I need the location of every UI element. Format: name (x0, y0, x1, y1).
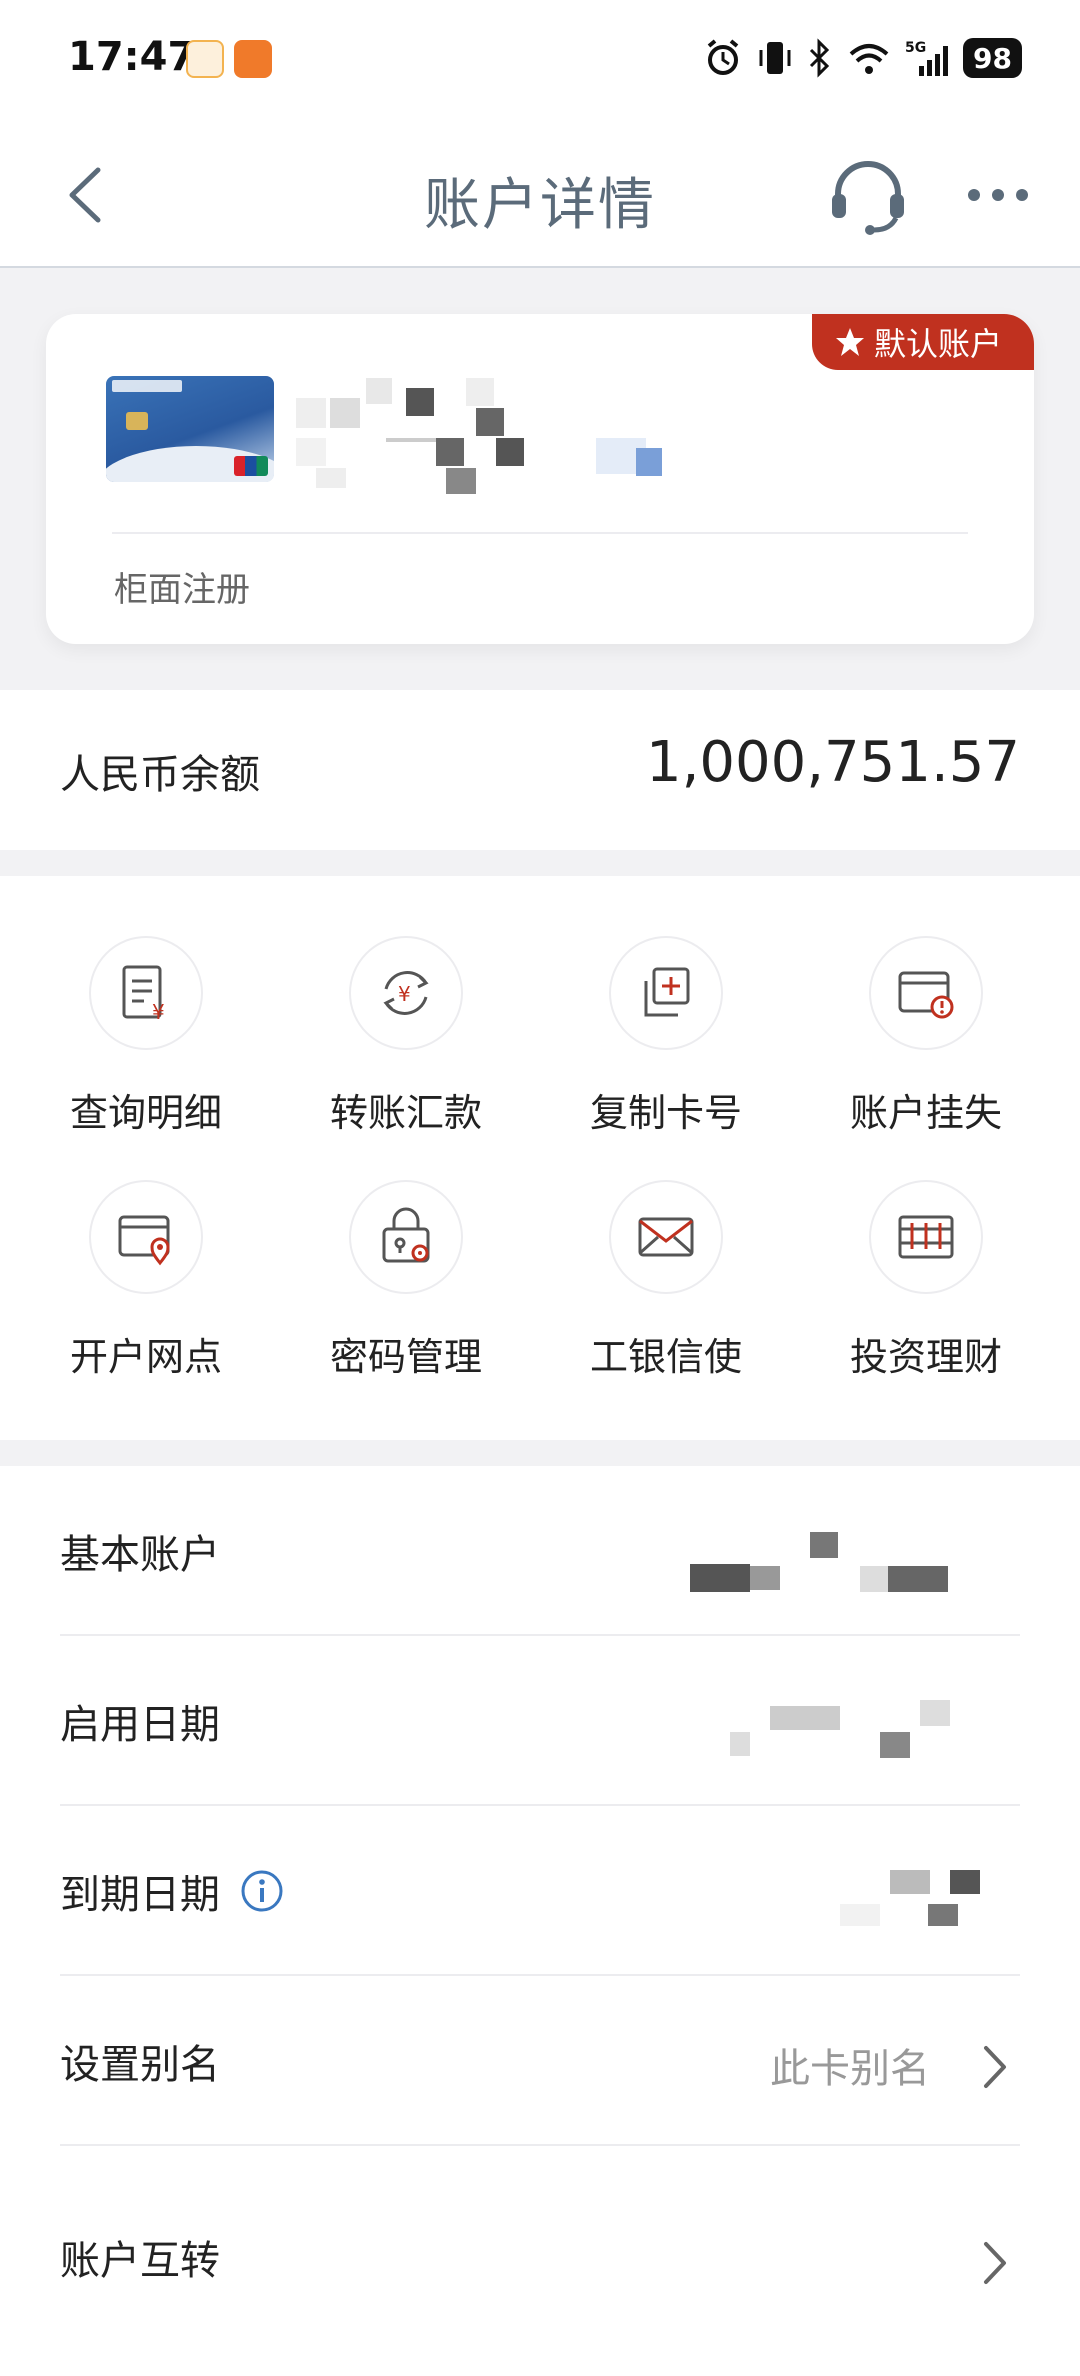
info-row-start-date: 启用日期 (60, 1636, 1020, 1806)
status-indicators: 5G 98 (703, 34, 1022, 82)
star-icon (835, 328, 864, 356)
info-row-alias[interactable]: 设置别名 此卡别名 (60, 1976, 1020, 2146)
unionpay-logo (234, 456, 268, 476)
info-label: 基本账户 (60, 1532, 220, 1578)
branch-location-icon (89, 1180, 203, 1294)
card-registration-type: 柜面注册 (114, 570, 250, 610)
info-row-basic-account: 基本账户 (60, 1466, 1020, 1636)
info-row-account-transfer[interactable]: 账户互转 (60, 2172, 1020, 2342)
info-label: 启用日期 (60, 1702, 220, 1748)
svg-text:¥: ¥ (152, 1000, 165, 1024)
action-query-detail[interactable]: ¥ 查询明细 (16, 876, 276, 1135)
info-row-expiry-date: 到期日期 (60, 1806, 1020, 1976)
investment-icon (869, 1180, 983, 1294)
customer-service-icon[interactable] (826, 154, 910, 238)
masked-start-date (730, 1700, 950, 1758)
report-loss-icon (869, 936, 983, 1050)
transfer-icon: ¥ (349, 936, 463, 1050)
default-account-label: 默认账户 (873, 325, 1002, 363)
action-branch-location[interactable]: 开户网点 (16, 1120, 276, 1379)
card-divider (112, 532, 968, 534)
card-chip (126, 412, 148, 430)
more-options-icon[interactable] (966, 180, 1030, 210)
card-area: 默认账户 柜面注册 (0, 270, 1080, 690)
bank-card-image (106, 376, 274, 482)
info-label: 到期日期 (60, 1862, 284, 1920)
account-card[interactable]: 默认账户 柜面注册 (46, 314, 1034, 644)
action-label: 工银信使 (589, 1335, 742, 1379)
chevron-right-icon (984, 2242, 1006, 2284)
masked-card-number (296, 378, 662, 494)
actions-grid: ¥ 查询明细 ¥ 转账汇款 复制卡号 账户挂失 开户网点 密码管理 工银信使 投… (0, 876, 1080, 1440)
info-label: 账户互转 (60, 2238, 220, 2284)
info-label: 设置别名 (60, 2042, 220, 2088)
masked-account-value (690, 1532, 948, 1592)
svg-text:¥: ¥ (398, 982, 411, 1006)
copy-card-icon (609, 936, 723, 1050)
action-label: 投资理财 (849, 1335, 1002, 1379)
password-lock-icon (349, 1180, 463, 1294)
chevron-right-icon (984, 2046, 1006, 2088)
action-copy-card[interactable]: 复制卡号 (536, 876, 796, 1135)
balance-value: 1,000,751.57 (645, 730, 1020, 795)
page-title: 账户详情 (424, 173, 656, 238)
default-account-badge: 默认账户 (811, 314, 1034, 370)
balance-label: 人民币余额 (60, 752, 260, 798)
cellular-5g-icon: 5G (905, 40, 949, 76)
action-label: 开户网点 (69, 1335, 222, 1379)
query-detail-icon: ¥ (89, 936, 203, 1050)
notification-video-icon (234, 40, 272, 78)
masked-expiry-date (840, 1870, 980, 1926)
envelope-icon (609, 1180, 723, 1294)
notification-app-icon (186, 40, 224, 78)
action-label: 密码管理 (329, 1335, 482, 1379)
action-password-manage[interactable]: 密码管理 (276, 1120, 536, 1379)
alarm-icon (707, 39, 739, 75)
vibrate-icon (759, 42, 791, 74)
bluetooth-icon (809, 38, 830, 78)
alias-value: 此卡别名 (770, 2046, 930, 2092)
battery-indicator: 98 (963, 38, 1022, 78)
action-transfer[interactable]: ¥ 转账汇款 (276, 876, 536, 1135)
account-info-list: 基本账户 启用日期 到期日期 设置别名 此卡别名 账户互转 (0, 1466, 1080, 2376)
status-time: 17:47 (68, 34, 196, 80)
action-report-loss[interactable]: 账户挂失 (796, 876, 1056, 1135)
action-messenger[interactable]: 工银信使 (536, 1120, 796, 1379)
info-icon[interactable] (240, 1869, 284, 1913)
svg-text:5G: 5G (905, 40, 926, 56)
balance-row: 人民币余额 1,000,751.57 (0, 690, 1080, 850)
nav-bar: 账户详情 (0, 120, 1080, 268)
action-investment[interactable]: 投资理财 (796, 1120, 1056, 1379)
bank-logo (112, 380, 182, 392)
status-bar: 17:47 5G 98 (0, 0, 1080, 120)
wifi-icon (849, 44, 889, 74)
